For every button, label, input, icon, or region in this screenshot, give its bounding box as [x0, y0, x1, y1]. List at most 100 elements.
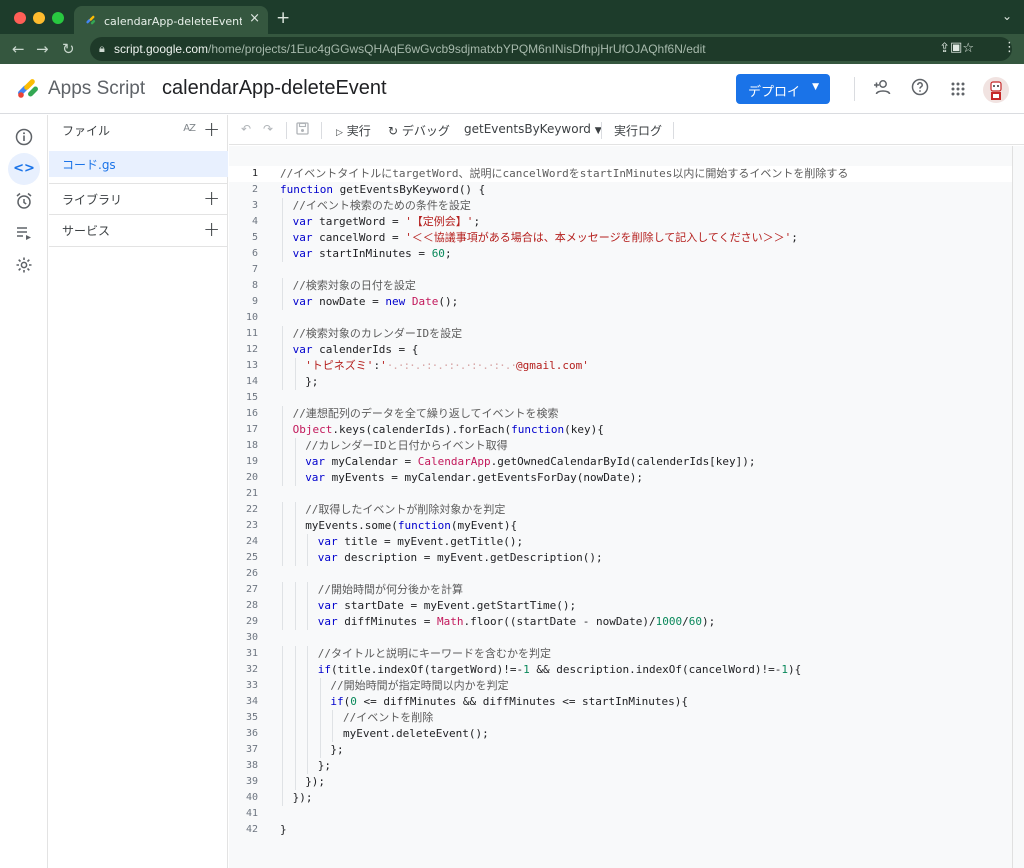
code-line[interactable]: 38}; — [229, 758, 1012, 774]
minimize-window-button[interactable] — [33, 12, 45, 24]
help-icon[interactable] — [911, 78, 929, 100]
code-text: //連想配列のデータを全て繰り返してイベントを検索 — [293, 406, 559, 422]
code-line[interactable]: 36 myEvent.deleteEvent(); — [229, 726, 1012, 742]
code-line[interactable]: 28 var startDate = myEvent.getStartTime()… — [229, 598, 1012, 614]
code-token: var — [305, 471, 326, 484]
code-line[interactable]: 40}); — [229, 790, 1012, 806]
sort-az-icon[interactable]: AZ — [183, 123, 196, 134]
code-token: Object — [292, 423, 333, 436]
reload-icon[interactable]: ↻ — [62, 40, 75, 58]
code-line[interactable]: 29 var diffMinutes = Math.floor((startDat… — [229, 614, 1012, 630]
code-line[interactable]: 6 var startInMinutes = 60; — [229, 246, 1012, 262]
line-number: 29 — [245, 616, 258, 627]
code-line[interactable]: 5 var cancelWord = '＜＜協議事項がある場合は、本メッセージを削… — [229, 230, 1012, 246]
code-line[interactable]: 21 — [229, 486, 1012, 502]
code-line[interactable]: 4 var targetWord = '【定例会】'; — [229, 214, 1012, 230]
close-window-button[interactable] — [14, 12, 26, 24]
info-icon[interactable] — [12, 125, 36, 149]
code-line[interactable]: 33 //開始時間が指定時間以内かを判定 — [229, 678, 1012, 694]
code-line[interactable]: 22 //取得したイベントが削除対象かを判定 — [229, 502, 1012, 518]
settings-icon[interactable] — [12, 253, 36, 277]
code-line[interactable]: 7 — [229, 262, 1012, 278]
code-token: function — [511, 423, 565, 436]
code-line[interactable]: 19 var myCalendar = CalendarApp.getOwnedC… — [229, 454, 1012, 470]
line-number: 32 — [245, 664, 258, 675]
execution-log-button[interactable]: 実行ログ — [614, 122, 662, 139]
code-line[interactable]: 2 function getEventsByKeyword() { — [229, 182, 1012, 198]
code-line[interactable]: 16 //連想配列のデータを全て繰り返してイベントを検索 — [229, 406, 1012, 422]
code-line[interactable]: 12 var calenderIds = { — [229, 342, 1012, 358]
code-line[interactable]: 1 //イベントタイトルにtargetWord、説明にcancelWordをsta… — [229, 166, 1012, 182]
close-tab-icon[interactable]: × — [249, 11, 260, 26]
project-title[interactable]: calendarApp-deleteEvent — [162, 77, 387, 100]
code-line[interactable]: 20 var myEvents = myCalendar.getEventsFor… — [229, 470, 1012, 486]
code-line[interactable]: 26 — [229, 566, 1012, 582]
code-token: //イベント検索のための条件を設定 — [292, 199, 471, 212]
sidebar-toggle-icon[interactable]: ▣ — [950, 40, 962, 55]
run-button[interactable]: ▷ 実行 — [336, 122, 371, 139]
apps-grid-icon[interactable] — [951, 81, 965, 100]
code-line[interactable]: 11 //検索対象のカレンダーIDを設定 — [229, 326, 1012, 342]
browser-menu-icon[interactable]: ⋮ — [1003, 40, 1016, 55]
code-line[interactable]: 30 — [229, 630, 1012, 646]
code-line[interactable]: 15 — [229, 390, 1012, 406]
code-line[interactable]: 13 'トピネズミ':'·.·:·.·:·.·:·.·:·.·:·.·@gmail… — [229, 358, 1012, 374]
undo-icon[interactable]: ↶ — [241, 122, 251, 136]
code-line[interactable]: 31 //タイトルと説明にキーワードを含むかを判定 — [229, 646, 1012, 662]
indent-guide — [282, 454, 283, 470]
forward-arrow-icon[interactable]: → — [36, 40, 49, 58]
code-token: //イベントを削除 — [343, 711, 434, 724]
indent-guide — [282, 582, 283, 598]
line-number: 22 — [245, 504, 258, 515]
code-line[interactable]: 27 //開始時間が何分後かを計算 — [229, 582, 1012, 598]
code-line[interactable]: 42} — [229, 822, 1012, 838]
code-area[interactable]: 1 //イベントタイトルにtargetWord、説明にcancelWordをsta… — [229, 166, 1012, 868]
code-line[interactable]: 14}; — [229, 374, 1012, 390]
new-tab-icon[interactable]: + — [276, 8, 290, 28]
back-arrow-icon[interactable]: ← — [12, 40, 25, 58]
code-line[interactable]: 9 var nowDate = new Date(); — [229, 294, 1012, 310]
code-line[interactable]: 10 — [229, 310, 1012, 326]
function-select[interactable]: getEventsByKeyword ▼ — [464, 122, 602, 136]
redo-icon[interactable]: ↷ — [263, 122, 273, 136]
indent-guide — [294, 598, 296, 614]
browser-tab[interactable]: calendarApp-deleteEvent - プロ × — [74, 6, 268, 34]
avatar[interactable] — [983, 77, 1009, 103]
add-library-icon[interactable]: + — [203, 186, 220, 210]
debug-button[interactable]: ↻ デバッグ — [388, 122, 450, 139]
add-file-icon[interactable]: + — [203, 117, 220, 141]
star-icon[interactable]: ☆ — [962, 41, 974, 56]
url-field[interactable]: 🔒︎ script.google.com/home/projects/1Euc4… — [90, 37, 1012, 61]
code-icon[interactable]: <> — [8, 153, 40, 185]
executions-icon[interactable] — [12, 221, 36, 245]
code-line[interactable]: 25 var description = myEvent.getDescripti… — [229, 550, 1012, 566]
chevron-down-icon[interactable]: ⌄ — [1002, 9, 1012, 23]
vertical-scrollbar[interactable] — [1012, 146, 1024, 868]
code-editor[interactable]: 1 //イベントタイトルにtargetWord、説明にcancelWordをsta… — [229, 146, 1024, 868]
alarm-icon[interactable] — [12, 189, 36, 213]
code-line[interactable]: 37}; — [229, 742, 1012, 758]
share-icon[interactable]: ⇪ — [939, 41, 950, 56]
deploy-button[interactable]: デプロイ ▼ — [736, 74, 830, 104]
code-line[interactable]: 35 //イベントを削除 — [229, 710, 1012, 726]
code-line[interactable]: 24 var title = myEvent.getTitle(); — [229, 534, 1012, 550]
code-line[interactable]: 17 Object.keys(calenderIds).forEach(funct… — [229, 422, 1012, 438]
add-person-icon[interactable] — [873, 79, 891, 99]
code-line[interactable]: 3 //イベント検索のための条件を設定 — [229, 198, 1012, 214]
add-service-icon[interactable]: + — [203, 217, 220, 241]
code-line[interactable]: 23 myEvents.some(function(myEvent){ — [229, 518, 1012, 534]
save-icon[interactable] — [296, 122, 309, 138]
indent-guide — [307, 598, 309, 614]
code-line[interactable]: 18 //カレンダーIDと日付からイベント取得 — [229, 438, 1012, 454]
code-line[interactable]: 39}); — [229, 774, 1012, 790]
code-line[interactable]: 32 if(title.indexOf(targetWord)!=-1 && de… — [229, 662, 1012, 678]
code-line[interactable]: 34 if(0 <= diffMinutes && diffMinutes <= … — [229, 694, 1012, 710]
code-text: myEvents.some(function(myEvent){ — [305, 518, 517, 534]
code-line[interactable]: 41 — [229, 806, 1012, 822]
line-number: 16 — [245, 408, 258, 419]
file-item-code-gs[interactable]: コード.gs — [49, 151, 228, 177]
toolbar-divider — [286, 122, 287, 139]
code-line[interactable]: 8 //検索対象の日付を設定 — [229, 278, 1012, 294]
code-token: (title.indexOf(targetWord)!=- — [331, 663, 524, 676]
maximize-window-button[interactable] — [52, 12, 64, 24]
